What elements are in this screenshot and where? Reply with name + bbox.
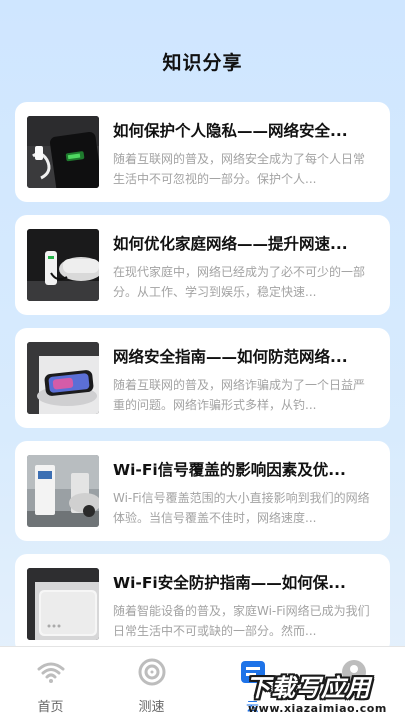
article-card[interactable]: 网络安全指南——如何防范网络... 随着互联网的普及，网络诈骗成为了一个日益严重… bbox=[15, 328, 390, 428]
article-card[interactable]: Wi-Fi信号覆盖的影响因素及优... Wi-Fi信号覆盖范围的大小直接影响到我… bbox=[15, 441, 390, 541]
article-title: Wi-Fi安全防护指南——如何保... bbox=[113, 574, 346, 592]
article-card[interactable]: 如何保护个人隐私——网络安全... 随着互联网的普及，网络安全成为了每个人日常生… bbox=[15, 102, 390, 202]
article-description: 随着智能设备的普及，家庭Wi-Fi网络已成为我们日常生活中不可或缺的一部分。然而… bbox=[113, 604, 370, 638]
article-description: 随着互联网的普及，网络诈骗成为了一个日益严重的问题。网络诈骗形式多样，从钓... bbox=[113, 378, 366, 412]
speed-test-icon bbox=[137, 657, 167, 687]
wireless-charger-image bbox=[27, 342, 99, 414]
article-list: 如何保护个人隐私——网络安全... 随着互联网的普及，网络安全成为了每个人日常生… bbox=[15, 102, 390, 667]
article-title: 如何优化家庭网络——提升网速... bbox=[113, 235, 348, 253]
watermark-url: www.xiazaimiao.com bbox=[248, 702, 387, 715]
article-title: 网络安全指南——如何防范网络... bbox=[113, 348, 348, 366]
wifi-icon bbox=[36, 657, 66, 687]
ev-charger-image bbox=[27, 229, 99, 301]
phone-charging-image bbox=[27, 116, 99, 188]
article-description: Wi-Fi信号覆盖范围的大小直接影响到我们的网络体验。当信号覆盖不佳时，网络速度… bbox=[113, 491, 370, 525]
tab-label: 首页 bbox=[37, 700, 64, 715]
article-title: Wi-Fi信号覆盖的影响因素及优... bbox=[113, 461, 346, 479]
tab-label: 测速 bbox=[138, 700, 165, 715]
article-card[interactable]: 如何优化家庭网络——提升网速... 在现代家庭中，网络已经成为了必不可少的一部分… bbox=[15, 215, 390, 315]
tab-home[interactable]: 首页 bbox=[0, 647, 101, 720]
article-title: 如何保护个人隐私——网络安全... bbox=[113, 122, 348, 140]
article-card[interactable]: Wi-Fi安全防护指南——如何保... 随着智能设备的普及，家庭Wi-Fi网络已… bbox=[15, 554, 390, 654]
watermark-brand: 下载写应用 bbox=[246, 674, 371, 702]
page-title: 知识分享 bbox=[162, 52, 243, 74]
charging-station-image bbox=[27, 455, 99, 527]
article-description: 在现代家庭中，网络已经成为了必不可少的一部分。从工作、学习到娱乐，稳定快速... bbox=[113, 265, 366, 299]
article-description: 随着互联网的普及，网络安全成为了每个人日常生活中不可忽视的一部分。保护个人... bbox=[113, 152, 366, 186]
power-bank-image bbox=[27, 568, 99, 640]
site-watermark: 下载写应用 www.xiazaimiao.com bbox=[238, 668, 405, 720]
tab-speed-test[interactable]: 测速 bbox=[101, 647, 202, 720]
